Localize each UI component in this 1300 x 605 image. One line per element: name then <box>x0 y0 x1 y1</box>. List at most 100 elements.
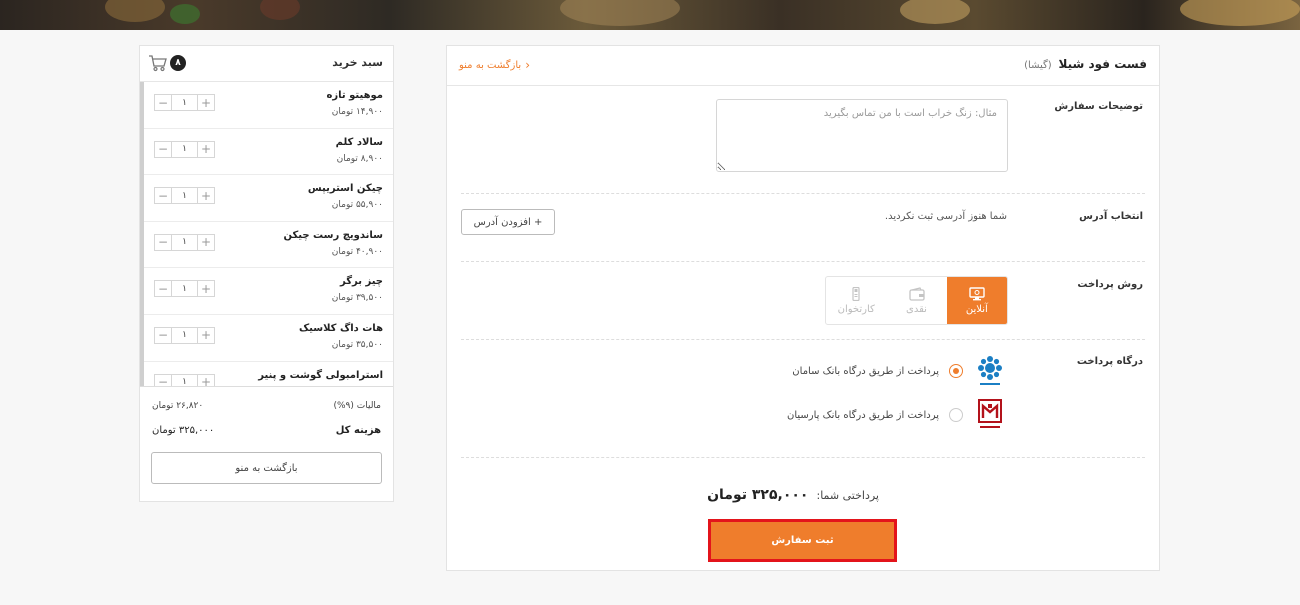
quantity-stepper: − ۱ + <box>154 280 215 298</box>
restaurant-branch: (گیشا) <box>1024 60 1052 71</box>
total-label: هزینه کل <box>335 425 381 436</box>
quantity-stepper: − ۱ + <box>154 373 215 386</box>
decrease-button[interactable]: − <box>155 235 171 250</box>
cart-item-price: ۱۴,۹۰۰ تومان <box>331 107 383 117</box>
decrease-button[interactable]: − <box>155 95 171 110</box>
cart-item-price: ۴۰,۹۰۰ تومان <box>331 246 383 257</box>
saman-bank-logo <box>973 354 1007 388</box>
cart-header: سبد خرید ۸ <box>140 46 393 82</box>
cart-item: هات داگ کلاسیک ۳۵,۵۰۰ تومان − ۱ + <box>144 315 393 362</box>
quantity-value: ۱ <box>171 281 198 297</box>
order-notes-input[interactable] <box>716 99 1008 172</box>
cart-item-price: ۳۹,۵۰۰ تومان <box>331 293 383 304</box>
cart-item: چیکن استریپس ۵۵,۹۰۰ تومان − ۱ + <box>144 175 393 222</box>
increase-button[interactable]: + <box>198 188 214 203</box>
monitor-icon <box>969 286 985 300</box>
total-row: هزینه کل ۳۲۵,۰۰۰ تومان <box>152 425 381 436</box>
increase-button[interactable]: + <box>198 281 214 296</box>
payment-cash-option[interactable]: نقدی <box>886 277 946 324</box>
gateway-label: درگاه پرداخت <box>1076 356 1143 367</box>
gateway-parsian-option[interactable]: پرداخت از طریق درگاه بانک پارسیان <box>787 398 1007 432</box>
decrease-button[interactable]: − <box>155 375 171 386</box>
cart-item-name: سالاد کلم <box>335 136 383 148</box>
quantity-stepper: − ۱ + <box>154 326 215 344</box>
payment-online-option[interactable]: آنلاین <box>946 277 1007 324</box>
gateway-parsian-radio[interactable] <box>949 408 963 422</box>
payment-online-label: آنلاین <box>965 303 988 315</box>
card-reader-icon <box>852 286 860 301</box>
cart-item-name: هات داگ کلاسیک <box>298 322 383 334</box>
cart-count-badge: ۸ <box>170 55 186 71</box>
quantity-value: ۱ <box>171 95 198 110</box>
chevron-left-icon: ‹ <box>525 58 531 72</box>
back-to-menu-link[interactable]: ‹ بازگشت به منو <box>459 58 530 72</box>
order-panel: فست فود شیلا (گیشا) ‹ بازگشت به منو توضی… <box>446 45 1160 571</box>
payment-card-reader-option[interactable]: کارتخوان <box>826 277 886 324</box>
tax-row: مالیات (۹%) ۲۶,۸۲۰ تومان <box>152 401 381 411</box>
increase-button[interactable]: + <box>198 95 214 110</box>
tax-label: مالیات (۹%) <box>333 401 381 411</box>
cart-item: ساندویچ رست چیکن ۴۰,۹۰۰ تومان − ۱ + <box>144 222 393 269</box>
decrease-button[interactable]: − <box>155 281 171 296</box>
cart-back-to-menu-button[interactable]: بازگشت به منو <box>151 452 382 484</box>
cart-title: سبد خرید <box>332 56 383 69</box>
increase-button[interactable]: + <box>198 328 214 343</box>
restaurant-title: فست فود شیلا (گیشا) <box>1024 57 1147 71</box>
quantity-stepper: − ۱ + <box>154 233 215 251</box>
payment-method-label: روش پرداخت <box>1077 279 1143 290</box>
address-label: انتخاب آدرس <box>1079 211 1143 222</box>
submit-highlight: ثبت سفارش <box>708 519 897 562</box>
add-address-button[interactable]: + افزودن آدرس <box>461 209 555 235</box>
divider <box>461 193 1145 194</box>
payment-cash-label: نقدی <box>906 303 927 315</box>
gateway-saman-radio[interactable] <box>949 364 963 378</box>
cart-items-list[interactable]: موهیتو تازه ۱۴,۹۰۰ تومان − ۱ + سالاد کلم… <box>140 82 393 386</box>
cart-item-price: ۳۵,۵۰۰ تومان <box>331 339 383 350</box>
payment-card-reader-label: کارتخوان <box>837 303 875 315</box>
wallet-icon <box>908 286 925 301</box>
payable-summary: پرداختی شما: ۳۲۵,۰۰۰ تومان <box>707 487 879 503</box>
hero-banner <box>0 0 1300 30</box>
cart-item: چیز برگر ۳۹,۵۰۰ تومان − ۱ + <box>144 268 393 315</box>
cart-item-name: چیز برگر <box>339 276 383 288</box>
cart-item-name: چیکن استریپس <box>307 183 383 195</box>
gateway-saman-option[interactable]: پرداخت از طریق درگاه بانک سامان <box>792 354 1007 388</box>
total-value: ۳۲۵,۰۰۰ تومان <box>152 425 215 436</box>
gateway-parsian-label: پرداخت از طریق درگاه بانک پارسیان <box>787 409 939 421</box>
cart-summary: مالیات (۹%) ۲۶,۸۲۰ تومان هزینه کل ۳۲۵,۰۰… <box>140 386 393 502</box>
payable-amount: ۳۲۵,۰۰۰ تومان <box>707 487 809 503</box>
quantity-stepper: − ۱ + <box>154 140 215 158</box>
payable-label: پرداختی شما: <box>816 489 879 502</box>
cart-item-price: ۸,۹۰۰ تومان <box>336 153 383 164</box>
restaurant-name: فست فود شیلا <box>1058 57 1147 71</box>
increase-button[interactable]: + <box>198 142 214 157</box>
quantity-value: ۱ <box>171 327 198 343</box>
quantity-value: ۱ <box>171 188 198 204</box>
notes-label: توضیحات سفارش <box>1054 101 1143 112</box>
decrease-button[interactable]: − <box>155 188 171 203</box>
cart-icon <box>149 55 167 72</box>
payment-method-selector: آنلاین نقدی کارتخوان <box>825 276 1008 325</box>
order-header: فست فود شیلا (گیشا) ‹ بازگشت به منو <box>447 46 1159 86</box>
quantity-stepper: − ۱ + <box>154 187 215 205</box>
divider <box>461 339 1145 340</box>
back-to-menu-label: بازگشت به منو <box>459 59 522 71</box>
cart-item-price: ۵۵,۹۰۰ تومان <box>331 200 383 211</box>
decrease-button[interactable]: − <box>155 142 171 157</box>
parsian-bank-logo <box>973 398 1007 432</box>
increase-button[interactable]: + <box>198 375 214 386</box>
submit-order-button[interactable]: ثبت سفارش <box>711 522 894 559</box>
increase-button[interactable]: + <box>198 235 214 250</box>
divider <box>461 457 1145 458</box>
gateway-saman-label: پرداخت از طریق درگاه بانک سامان <box>792 365 939 377</box>
cart-item-name: موهیتو تازه <box>326 90 383 101</box>
cart-item-name: استرامبولی گوشت و پنیر <box>258 369 383 381</box>
quantity-stepper: − ۱ + <box>154 94 215 111</box>
quantity-value: ۱ <box>171 141 198 157</box>
divider <box>461 261 1145 262</box>
address-empty-text: شما هنوز آدرسی ثبت نکردید. <box>884 211 1007 222</box>
cart-item: موهیتو تازه ۱۴,۹۰۰ تومان − ۱ + <box>144 82 393 129</box>
cart-item-name: ساندویچ رست چیکن <box>283 229 383 241</box>
quantity-value: ۱ <box>171 374 198 386</box>
decrease-button[interactable]: − <box>155 328 171 343</box>
